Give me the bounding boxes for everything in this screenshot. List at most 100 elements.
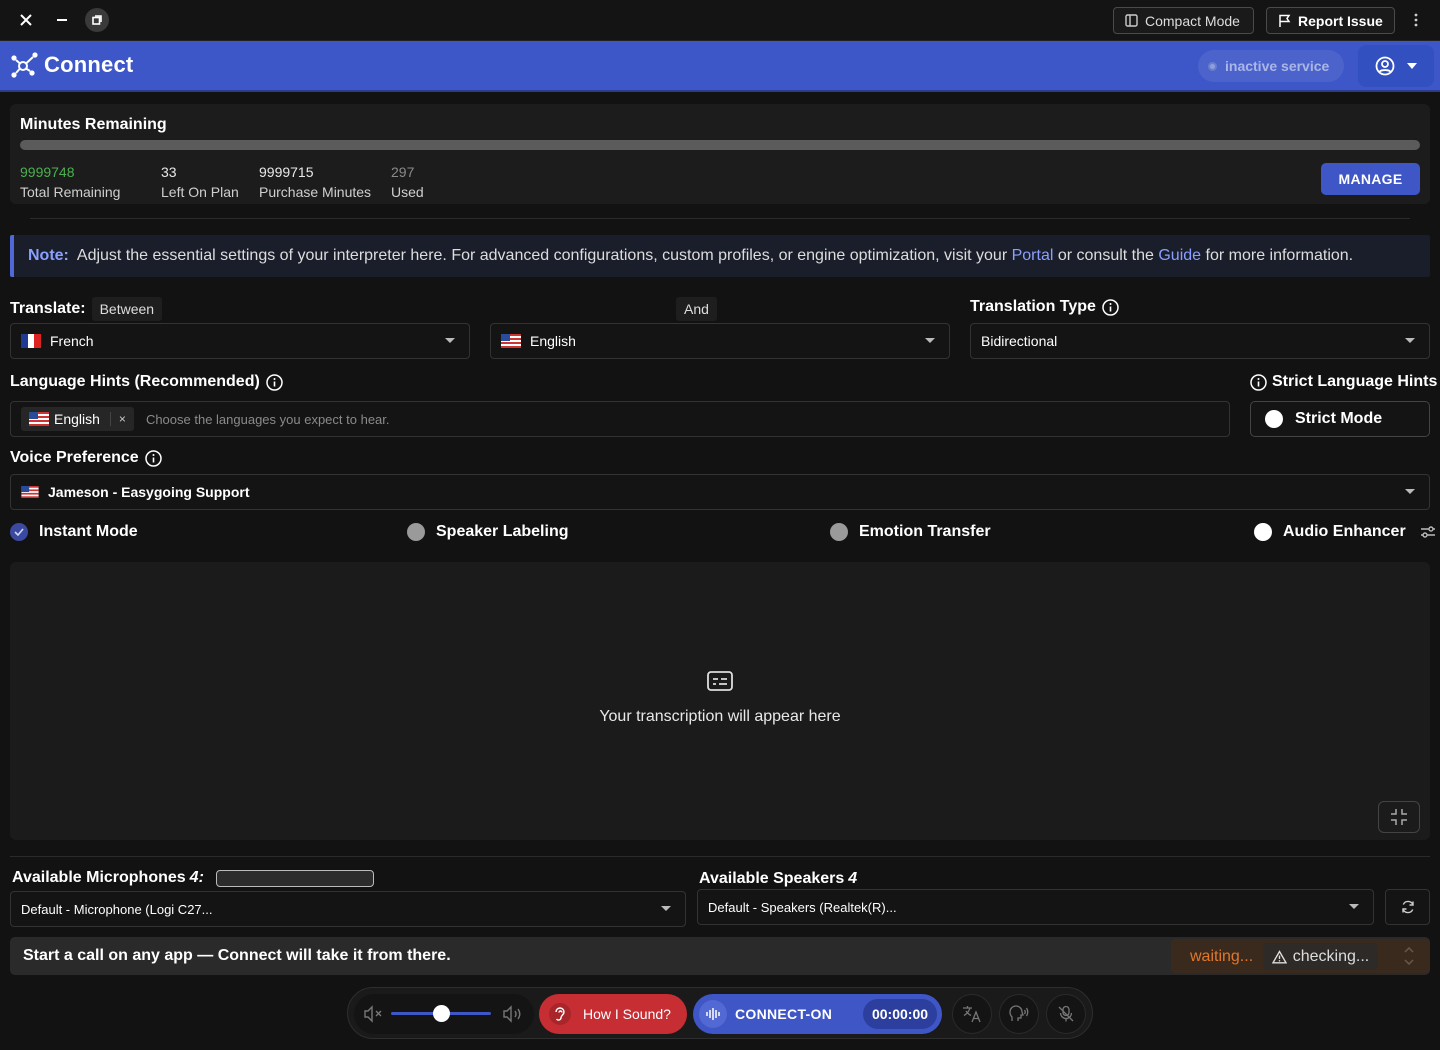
translate-button[interactable]: [952, 994, 992, 1034]
restore-icon: [92, 15, 102, 25]
info-icon[interactable]: [1102, 298, 1119, 316]
info-icon[interactable]: [1250, 373, 1267, 391]
microphone-select[interactable]: Default - Microphone (Logi C27...: [10, 891, 686, 927]
voice-output-button[interactable]: [999, 994, 1039, 1034]
minimize-window-button[interactable]: [50, 8, 74, 32]
chevron-down-icon: [925, 338, 935, 343]
info-icon[interactable]: [266, 373, 283, 391]
chevron-down-icon: [1407, 63, 1417, 69]
emotion-transfer-radio[interactable]: [830, 523, 848, 541]
instant-mode-checkbox[interactable]: [10, 523, 28, 541]
translate-label: Translate:: [10, 300, 86, 317]
emotion-transfer-label: Emotion Transfer: [859, 523, 991, 540]
close-window-button[interactable]: [14, 8, 38, 32]
note-banner: Note: Adjust the essential settings of y…: [10, 235, 1430, 277]
translation-type-select[interactable]: Bidirectional: [970, 323, 1430, 359]
app-name: Connect: [44, 52, 134, 77]
target-language-select[interactable]: English: [490, 323, 950, 359]
stat-used: 297 Used: [391, 162, 424, 202]
stat-value: 9999748: [20, 164, 75, 180]
speakers-text: Available Speakers: [699, 870, 845, 887]
chevron-down-icon: [661, 906, 671, 911]
note-prefix: Note:: [28, 247, 69, 264]
speaker-labeling-label: Speaker Labeling: [436, 523, 569, 540]
portal-link[interactable]: Portal: [1012, 247, 1054, 265]
instant-mode-label: Instant Mode: [39, 523, 138, 540]
user-circle-icon: [1375, 56, 1395, 76]
connect-button[interactable]: CONNECT-ON 00:00:00: [693, 994, 942, 1034]
translation-type-label: Translation Type: [970, 298, 1119, 316]
status-dot-icon: [1208, 61, 1217, 71]
stat-label: Total Remaining: [20, 184, 121, 200]
note-text: or consult the: [1057, 247, 1154, 264]
volume-up-icon[interactable]: [502, 1005, 524, 1023]
us-flag-icon: [21, 486, 39, 498]
collapse-button[interactable]: [1378, 801, 1420, 833]
note-text: Adjust the essential settings of your in…: [76, 247, 1008, 264]
call-timer: 00:00:00: [863, 999, 937, 1029]
expand-collapse-icon[interactable]: [1403, 943, 1415, 969]
translate-label-group: Translate: Between: [10, 297, 163, 321]
compact-mode-button[interactable]: Compact Mode: [1113, 7, 1254, 34]
speaker-select[interactable]: Default - Speakers (Realtek(R)...: [697, 889, 1374, 925]
speakers-count: 4: [848, 870, 858, 887]
speaker-labeling-radio[interactable]: [407, 523, 425, 541]
microphones-text: Available Microphones: [12, 869, 186, 886]
title-bar: Compact Mode Report Issue: [0, 0, 1440, 41]
microphones-label: Available Microphones 4:: [12, 869, 374, 887]
strict-mode-label: Strict Mode: [1295, 410, 1383, 427]
speaking-head-icon: [1009, 1005, 1029, 1021]
source-language-select[interactable]: French: [10, 323, 470, 359]
info-icon[interactable]: [144, 449, 162, 467]
restore-window-button[interactable]: [85, 8, 109, 32]
strict-mode-radio[interactable]: [1265, 410, 1283, 428]
stat-value: 9999715: [259, 164, 314, 180]
settings-sliders-icon[interactable]: [1420, 525, 1436, 539]
guide-link[interactable]: Guide: [1158, 247, 1201, 265]
language-hints-input[interactable]: English × Choose the languages you expec…: [10, 401, 1230, 437]
microphone-mute-button[interactable]: [1046, 994, 1086, 1034]
source-language-value: French: [50, 333, 94, 349]
instant-mode-toggle[interactable]: Instant Mode: [10, 523, 138, 541]
mute-icon[interactable]: [363, 1005, 385, 1023]
mic-off-icon: [1058, 1005, 1074, 1022]
call-status-bar: Start a call on any app — Connect will t…: [10, 937, 1430, 975]
connection-check-group: waiting... checking...: [1171, 939, 1430, 973]
strict-mode-toggle[interactable]: Strict Mode: [1250, 401, 1430, 437]
microphone-value: Default - Microphone (Logi C27...: [21, 901, 213, 917]
how-i-sound-label: How I Sound?: [583, 1006, 671, 1022]
user-menu-button[interactable]: [1358, 45, 1434, 87]
strict-language-hints-label: Strict Language Hints: [1250, 373, 1437, 391]
how-i-sound-button[interactable]: How I Sound?: [539, 994, 687, 1034]
audio-enhancer-radio[interactable]: [1254, 523, 1272, 541]
speaker-labeling-toggle[interactable]: Speaker Labeling: [407, 523, 569, 541]
transcription-empty-text: Your transcription will appear here: [599, 708, 841, 725]
more-options-button[interactable]: [1406, 10, 1426, 30]
language-hint-chip: English ×: [21, 407, 134, 431]
audio-enhancer-toggle[interactable]: Audio Enhancer: [1254, 523, 1436, 541]
service-status-label: inactive service: [1225, 58, 1330, 74]
minutes-remaining-panel: Minutes Remaining 9999748 Total Remainin…: [10, 104, 1430, 204]
note-text: for more information.: [1205, 247, 1354, 264]
speakers-label: Available Speakers 4: [699, 870, 857, 888]
us-flag-icon: [501, 334, 521, 348]
and-chip: And: [676, 297, 717, 321]
target-language-value: English: [530, 333, 576, 349]
emotion-transfer-toggle[interactable]: Emotion Transfer: [830, 523, 991, 541]
voice-preference-select[interactable]: Jameson - Easygoing Support: [10, 474, 1430, 510]
report-issue-button[interactable]: Report Issue: [1266, 7, 1395, 34]
waiting-status: waiting...: [1190, 948, 1254, 965]
stat-label: Used: [391, 184, 424, 200]
us-flag-icon: [29, 412, 49, 426]
audio-wave-icon: [699, 1000, 727, 1028]
stat-label: Left On Plan: [161, 184, 239, 200]
minutes-title: Minutes Remaining: [20, 116, 167, 133]
speaker-value: Default - Speakers (Realtek(R)...: [708, 899, 897, 915]
ear-icon: [549, 1003, 571, 1025]
translation-type-text: Translation Type: [970, 298, 1096, 315]
language-hints-text: Language Hints (Recommended): [10, 373, 260, 390]
refresh-devices-button[interactable]: [1385, 889, 1430, 925]
volume-slider-handle[interactable]: [433, 1005, 450, 1022]
remove-hint-button[interactable]: ×: [109, 412, 126, 426]
manage-button[interactable]: MANAGE: [1321, 163, 1420, 195]
